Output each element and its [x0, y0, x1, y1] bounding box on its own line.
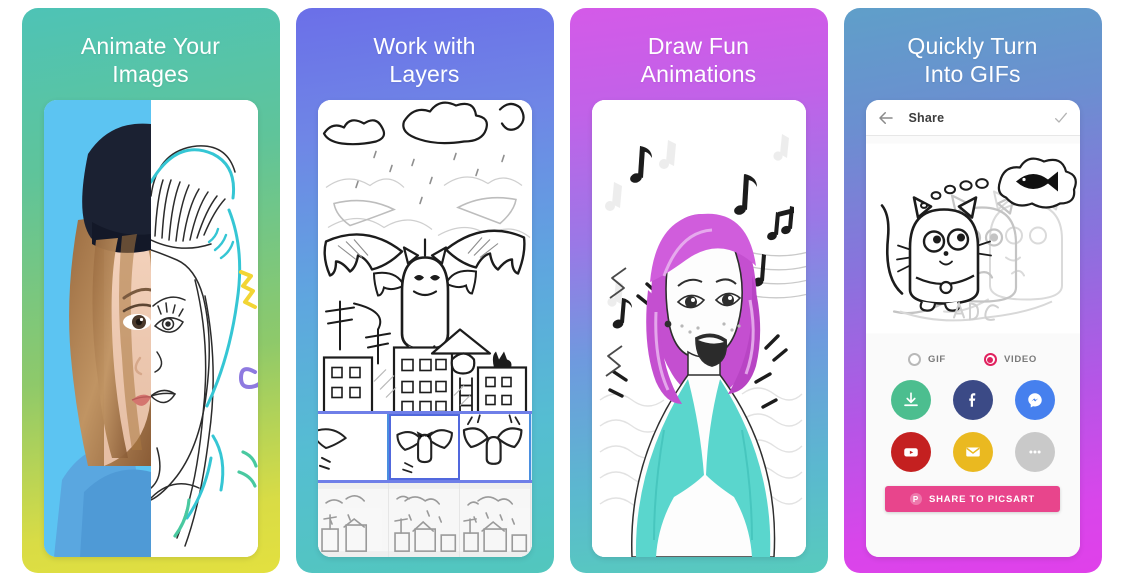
share-appbar: Share [865, 100, 1080, 136]
phone-mockup [591, 100, 806, 557]
panel-animate-your-images[interactable]: Animate Your Images [21, 8, 280, 573]
picsart-logo-icon: P [909, 493, 922, 505]
facebook-icon [968, 393, 975, 407]
radio-label: GIF [928, 354, 946, 365]
radio-video[interactable]: VIDEO [983, 353, 1037, 366]
share-download-button[interactable] [890, 380, 931, 420]
panel-work-with-layers[interactable]: Work with Layers [295, 8, 554, 573]
share-youtube-button[interactable] [890, 432, 931, 472]
panel-title: Draw Fun Animations [640, 33, 757, 88]
messenger-icon [1027, 393, 1042, 408]
layer-thumbnail[interactable] [388, 483, 461, 557]
layer-strip[interactable] [317, 483, 532, 557]
more-dots-icon [1028, 450, 1041, 454]
layer-thumb-city-1 [317, 488, 388, 552]
share-email-button[interactable] [952, 432, 993, 472]
frame-thumb-dragon-3 [460, 414, 530, 480]
share-options-panel: GIF VIDEO P SHARE TO PICSART [865, 341, 1080, 557]
timeline-frame-selected[interactable] [388, 414, 461, 480]
drawing-canvas[interactable] [317, 100, 532, 411]
appbar-title: Share [908, 110, 945, 125]
drawing-half [150, 100, 258, 557]
layer-thumb-city-2 [388, 488, 460, 552]
gif-preview[interactable] [865, 136, 1080, 341]
dragon-cityscape-sketch [317, 100, 532, 411]
timeline-frame[interactable] [317, 414, 389, 480]
layer-thumbnail[interactable] [317, 483, 389, 557]
youtube-icon [903, 448, 918, 457]
radio-icon [908, 353, 921, 366]
frame-thumb-dragon-1 [317, 414, 387, 480]
animation-canvas[interactable] [591, 100, 806, 557]
app-store-screenshot-gallery: Animate Your Images Work with Layers Dra… [0, 0, 1123, 581]
panel-title: Work with Layers [373, 33, 476, 88]
envelope-icon [965, 447, 980, 457]
phone-mockup: Share GIF VIDEO P SHARE TO PICSART [865, 100, 1080, 557]
frame-strip[interactable] [317, 411, 532, 483]
line-art-portrait [150, 100, 258, 557]
panel-title: Animate Your Images [80, 33, 221, 88]
singing-character-illustration [591, 100, 806, 557]
panel-quickly-turn-into-gifs[interactable]: Quickly Turn Into GIFs Share GIF VIDEO P… [843, 8, 1102, 573]
radio-gif[interactable]: GIF [908, 353, 946, 366]
arrow-left-icon[interactable] [877, 109, 895, 127]
photo-half [43, 100, 151, 557]
radio-icon-selected [983, 353, 997, 366]
phone-mockup [43, 100, 258, 557]
share-to-picsart-button[interactable]: P SHARE TO PICSART [885, 486, 1060, 512]
layer-thumbnail[interactable] [460, 483, 532, 557]
timeline-panel[interactable] [317, 411, 532, 557]
cat-animation-sketch [865, 143, 1080, 334]
share-more-button[interactable] [1014, 432, 1055, 472]
format-radio-group[interactable]: GIF VIDEO [908, 353, 1037, 366]
panel-title: Quickly Turn Into GIFs [907, 33, 1038, 88]
phone-mockup [317, 100, 532, 557]
share-to-picsart-label: SHARE TO PICSART [928, 493, 1036, 505]
timeline-frame[interactable] [460, 414, 532, 480]
download-icon [903, 392, 918, 407]
layer-thumb-city-3 [460, 488, 531, 552]
share-facebook-button[interactable] [952, 380, 993, 420]
panel-draw-fun-animations[interactable]: Draw Fun Animations [569, 8, 828, 573]
frame-thumb-dragon-2 [391, 416, 458, 478]
check-icon[interactable] [1053, 110, 1069, 126]
share-targets-grid [890, 380, 1055, 472]
split-photo-drawing [43, 100, 258, 557]
photo-portrait [43, 100, 151, 557]
share-messenger-button[interactable] [1014, 380, 1055, 420]
radio-label: VIDEO [1003, 354, 1037, 365]
